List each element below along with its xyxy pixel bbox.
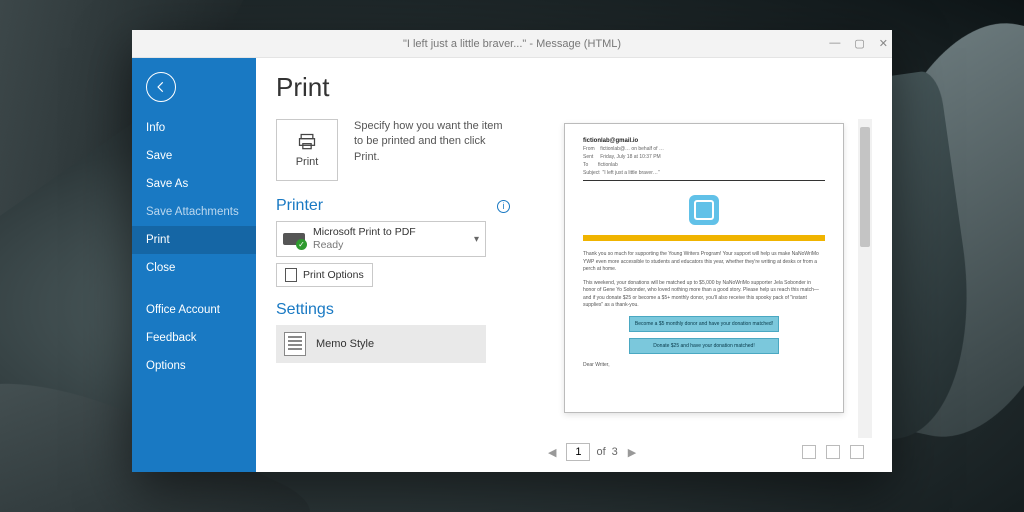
printer-name: Microsoft Print to PDF [313,226,416,239]
backstage-sidebar: Info Save Save As Save Attachments Print… [132,58,256,472]
titlebar: "I left just a little braver..." - Messa… [132,30,892,58]
next-page-button[interactable]: ▶ [624,446,640,459]
minimize-button[interactable]: ― [829,37,840,50]
close-button[interactable]: ✕ [879,37,888,50]
pager-of-label: of [596,446,605,458]
pager-total: 3 [612,446,618,458]
window-controls: ― ▢ ✕ [829,37,888,50]
zoom-actual-icon[interactable] [826,445,840,459]
sidebar-item-feedback[interactable]: Feedback [132,324,256,352]
maximize-button[interactable]: ▢ [854,37,864,50]
outlook-backstage-window: "I left just a little braver..." - Messa… [132,30,892,472]
print-style-label: Memo Style [316,338,374,350]
page-title: Print [276,72,872,103]
sidebar-item-print[interactable]: Print [132,226,256,254]
settings-heading: Settings [276,301,512,319]
window-title: "I left just a little braver..." - Messa… [403,38,621,50]
memo-style-icon [284,332,306,356]
sidebar-item-info[interactable]: Info [132,114,256,142]
printer-status: Ready [313,239,416,252]
print-description: Specify how you want the item to be prin… [354,119,504,165]
chevron-down-icon: ▾ [474,234,479,245]
printer-info-icon[interactable]: i [497,200,510,213]
sidebar-item-save-as[interactable]: Save As [132,170,256,198]
document-icon [285,268,297,282]
preview-scrollbar[interactable] [858,119,872,438]
zoom-fit-icon[interactable] [802,445,816,459]
sidebar-item-save-attachments[interactable]: Save Attachments [132,198,256,226]
sidebar-item-office-account[interactable]: Office Account [132,296,256,324]
sidebar-item-save[interactable]: Save [132,142,256,170]
print-options-button[interactable]: Print Options [276,263,373,287]
sidebar-item-options[interactable]: Options [132,352,256,380]
sidebar-item-close[interactable]: Close [132,254,256,282]
print-preview-pane: fictionlab@gmail.io From fictionlab@… on… [536,119,872,466]
print-button[interactable]: Print [276,119,338,181]
prev-page-button[interactable]: ◀ [544,446,560,459]
page-number-input[interactable] [566,443,590,461]
preview-page: fictionlab@gmail.io From fictionlab@… on… [564,123,844,413]
print-style-dropdown[interactable]: Memo Style [276,325,486,363]
printer-dropdown[interactable]: ✓ Microsoft Print to PDF Ready ▾ [276,221,486,257]
page-navigator: ◀ of 3 ▶ [536,438,872,466]
printer-icon: ✓ [283,230,305,248]
zoom-multi-icon[interactable] [850,445,864,459]
print-pane: Print Print Specify how you want the ite… [256,58,892,472]
printer-heading: Printer i [276,197,512,215]
print-button-label: Print [296,156,319,168]
back-button[interactable] [146,72,176,102]
